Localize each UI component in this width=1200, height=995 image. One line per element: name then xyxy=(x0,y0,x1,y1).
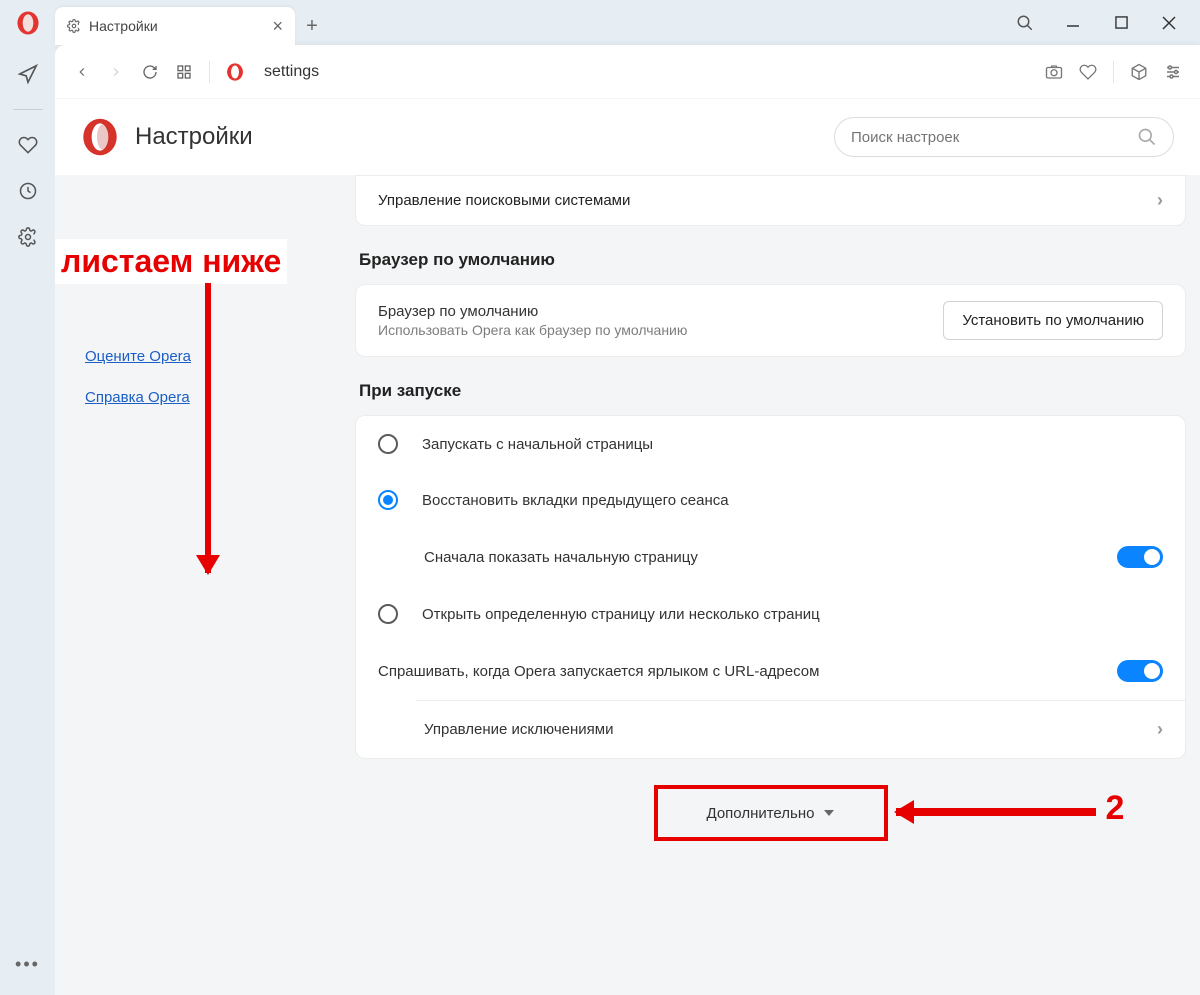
tab-title: Настройки xyxy=(89,18,264,34)
section-default-browser-heading: Браузер по умолчанию xyxy=(359,250,1186,270)
gear-icon xyxy=(67,19,81,33)
card-default-browser: Браузер по умолчанию Использовать Opera … xyxy=(355,284,1186,357)
settings-sidenav: Основные листаем ниже Оцените Opera Спра… xyxy=(55,175,355,995)
startup-option-specific[interactable]: Открыть определенную страницу или нескол… xyxy=(356,586,1185,642)
heart-icon[interactable] xyxy=(17,134,39,156)
row-search-engines[interactable]: Управление поисковыми системами › xyxy=(356,176,1185,225)
settings-search[interactable] xyxy=(834,117,1174,157)
startup-restore-show-start-label: Сначала показать начальную страницу xyxy=(424,549,698,566)
vertical-sidebar: ••• xyxy=(0,45,55,995)
titlebar: Настройки × + xyxy=(0,0,1200,45)
startup-option-restore[interactable]: Восстановить вкладки предыдущего сеанса xyxy=(356,472,1185,528)
address-bar: settings xyxy=(55,45,1200,99)
set-default-button[interactable]: Установить по умолчанию xyxy=(943,301,1163,340)
opera-logo-big xyxy=(81,118,119,156)
annotation-box-2 xyxy=(654,785,888,841)
opera-logo-corner[interactable] xyxy=(0,0,55,45)
sidebar-more-icon[interactable]: ••• xyxy=(15,954,40,975)
snapshot-icon[interactable] xyxy=(1045,63,1063,81)
toggle-on-icon[interactable] xyxy=(1117,546,1163,568)
startup-exceptions-row[interactable]: Управление исключениями › xyxy=(356,701,1185,758)
browser-search-icon[interactable] xyxy=(1002,5,1048,41)
url-text[interactable]: settings xyxy=(264,63,319,81)
settings-main: Управление поисковыми системами › Браузе… xyxy=(355,175,1200,995)
chevron-right-icon: › xyxy=(1157,719,1163,740)
startup-exceptions-label: Управление исключениями xyxy=(424,721,613,738)
annotation-arrow-down xyxy=(205,283,211,573)
row-search-engines-label: Управление поисковыми системами xyxy=(378,192,630,209)
annotation-number-2: 2 xyxy=(1106,789,1125,828)
history-icon[interactable] xyxy=(17,180,39,202)
window-minimize-button[interactable] xyxy=(1050,5,1096,41)
nav-forward-icon[interactable] xyxy=(107,63,125,81)
radio-selected-icon xyxy=(378,490,398,510)
opera-logo-address xyxy=(226,63,244,81)
annotation-scroll-text: листаем ниже xyxy=(55,239,287,284)
startup-option-startpage[interactable]: Запускать с начальной страницы xyxy=(356,416,1185,472)
startup-ask-url[interactable]: Спрашивать, когда Opera запускается ярлы… xyxy=(356,642,1185,700)
default-browser-title: Браузер по умолчанию xyxy=(378,303,687,320)
startup-ask-url-label: Спрашивать, когда Opera запускается ярлы… xyxy=(378,663,819,680)
new-tab-button[interactable]: + xyxy=(295,7,329,45)
easy-setup-icon[interactable] xyxy=(1164,63,1182,81)
annotation-arrow-left xyxy=(896,808,1096,816)
window-close-button[interactable] xyxy=(1146,5,1192,41)
main-panel: settings Настройки Основ xyxy=(55,45,1200,995)
bookmarks-icon[interactable] xyxy=(17,63,39,85)
heart-outline-icon[interactable] xyxy=(1079,63,1097,81)
startup-option-specific-label: Открыть определенную страницу или нескол… xyxy=(422,606,820,623)
tabstrip: Настройки × + xyxy=(55,0,329,45)
startup-restore-show-start[interactable]: Сначала показать начальную страницу xyxy=(356,528,1185,586)
reload-icon[interactable] xyxy=(141,63,159,81)
window-maximize-button[interactable] xyxy=(1098,5,1144,41)
tab-settings[interactable]: Настройки × xyxy=(55,7,295,45)
radio-icon xyxy=(378,604,398,624)
window-controls xyxy=(1002,0,1200,45)
tab-close-icon[interactable]: × xyxy=(272,16,283,37)
startup-option-restore-label: Восстановить вкладки предыдущего сеанса xyxy=(422,492,729,509)
settings-header: Настройки xyxy=(55,99,1200,175)
toggle-on-icon[interactable] xyxy=(1117,660,1163,682)
default-browser-subtitle: Использовать Opera как браузер по умолча… xyxy=(378,322,687,338)
search-icon xyxy=(1137,127,1157,147)
settings-search-input[interactable] xyxy=(851,129,1137,146)
cube-icon[interactable] xyxy=(1130,63,1148,81)
page-title: Настройки xyxy=(135,123,253,151)
chevron-right-icon: › xyxy=(1157,190,1163,211)
section-startup-heading: При запуске xyxy=(359,381,1186,401)
nav-back-icon[interactable] xyxy=(73,63,91,81)
radio-icon xyxy=(378,434,398,454)
card-startup: Запускать с начальной страницы Восстанов… xyxy=(355,415,1186,759)
advanced-expand-button[interactable]: Дополнительно 2 xyxy=(666,793,876,833)
settings-gear-icon[interactable] xyxy=(17,226,39,248)
speed-dial-icon[interactable] xyxy=(175,63,193,81)
startup-option-startpage-label: Запускать с начальной страницы xyxy=(422,436,653,453)
